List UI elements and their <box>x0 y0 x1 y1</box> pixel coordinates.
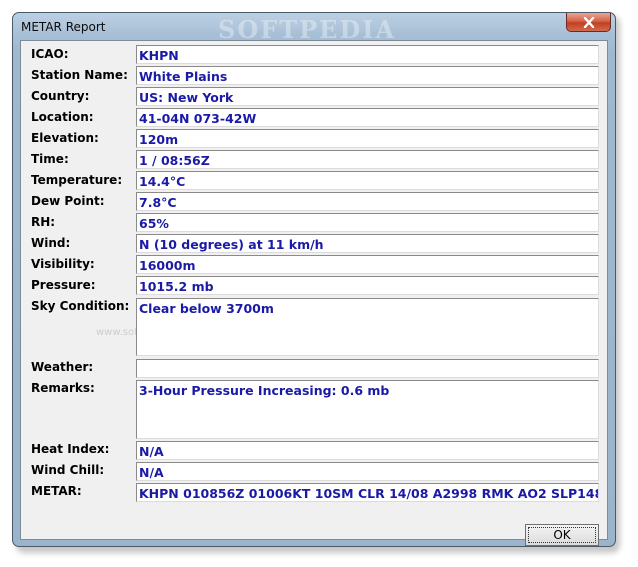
location-value: 41-04N 073-42W <box>139 111 257 126</box>
time-field[interactable]: 1 / 08:56Z <box>136 150 599 169</box>
wind-chill-label: Wind Chill: <box>31 463 105 477</box>
station-name-label: Station Name: <box>31 68 128 82</box>
report-panel: www.softpedia.com ICAO: KHPN Station Nam… <box>20 40 608 546</box>
visibility-label: Visibility: <box>31 257 95 271</box>
temperature-field[interactable]: 14.4°C <box>136 171 599 190</box>
country-label: Country: <box>31 89 90 103</box>
metar-label: METAR: <box>31 484 82 498</box>
sky-condition-value: Clear below 3700m <box>139 301 274 316</box>
icao-value: KHPN <box>139 48 179 63</box>
visibility-field[interactable]: 16000m <box>136 255 599 274</box>
dew-point-field[interactable]: 7.8°C <box>136 192 599 211</box>
remarks-field[interactable]: 3-Hour Pressure Increasing: 0.6 mb <box>136 380 599 439</box>
pressure-label: Pressure: <box>31 278 96 292</box>
pressure-value: 1015.2 mb <box>139 279 214 294</box>
sky-condition-field[interactable]: Clear below 3700m <box>136 298 599 356</box>
rh-field[interactable]: 65% <box>136 213 599 232</box>
elevation-value: 120m <box>139 132 179 147</box>
station-name-field[interactable]: White Plains <box>136 66 599 85</box>
icao-label: ICAO: <box>31 47 69 61</box>
ok-button-label: OK <box>528 527 596 543</box>
remarks-value: 3-Hour Pressure Increasing: 0.6 mb <box>139 383 390 398</box>
wind-chill-value: N/A <box>139 465 164 480</box>
close-button[interactable] <box>566 13 611 32</box>
dew-point-label: Dew Point: <box>31 194 105 208</box>
heat-index-value: N/A <box>139 444 164 459</box>
visibility-value: 16000m <box>139 258 196 273</box>
time-value: 1 / 08:56Z <box>139 153 210 168</box>
remarks-label: Remarks: <box>31 381 95 395</box>
pressure-field[interactable]: 1015.2 mb <box>136 276 599 295</box>
country-field[interactable]: US: New York <box>136 87 599 106</box>
dialog-window: SOFTPEDIA METAR Report www.softpedia.com… <box>12 12 616 547</box>
metar-field[interactable]: KHPN 010856Z 01006KT 10SM CLR 14/08 A299… <box>136 483 599 502</box>
elevation-field[interactable]: 120m <box>136 129 599 148</box>
temperature-label: Temperature: <box>31 173 123 187</box>
wind-label: Wind: <box>31 236 71 250</box>
wind-field[interactable]: N (10 degrees) at 11 km/h <box>136 234 599 253</box>
weather-label: Weather: <box>31 360 94 374</box>
weather-field[interactable] <box>136 359 599 378</box>
window-title: METAR Report <box>21 20 106 34</box>
ok-button[interactable]: OK <box>525 524 599 546</box>
wind-chill-field[interactable]: N/A <box>136 462 599 481</box>
location-label: Location: <box>31 110 94 124</box>
metar-value: KHPN 010856Z 01006KT 10SM CLR 14/08 A299… <box>139 486 599 501</box>
location-field[interactable]: 41-04N 073-42W <box>136 108 599 127</box>
temperature-value: 14.4°C <box>139 174 186 189</box>
station-name-value: White Plains <box>139 69 228 84</box>
heat-index-label: Heat Index: <box>31 442 110 456</box>
icao-field[interactable]: KHPN <box>136 45 599 64</box>
elevation-label: Elevation: <box>31 131 99 145</box>
country-value: US: New York <box>139 90 234 105</box>
dew-point-value: 7.8°C <box>139 195 177 210</box>
sky-condition-label: Sky Condition: <box>31 299 130 313</box>
close-icon <box>583 16 594 28</box>
rh-value: 65% <box>139 216 169 231</box>
heat-index-field[interactable]: N/A <box>136 441 599 460</box>
rh-label: RH: <box>31 215 56 229</box>
wind-value: N (10 degrees) at 11 km/h <box>139 237 324 252</box>
time-label: Time: <box>31 152 69 166</box>
title-bar[interactable]: SOFTPEDIA METAR Report <box>13 13 615 44</box>
